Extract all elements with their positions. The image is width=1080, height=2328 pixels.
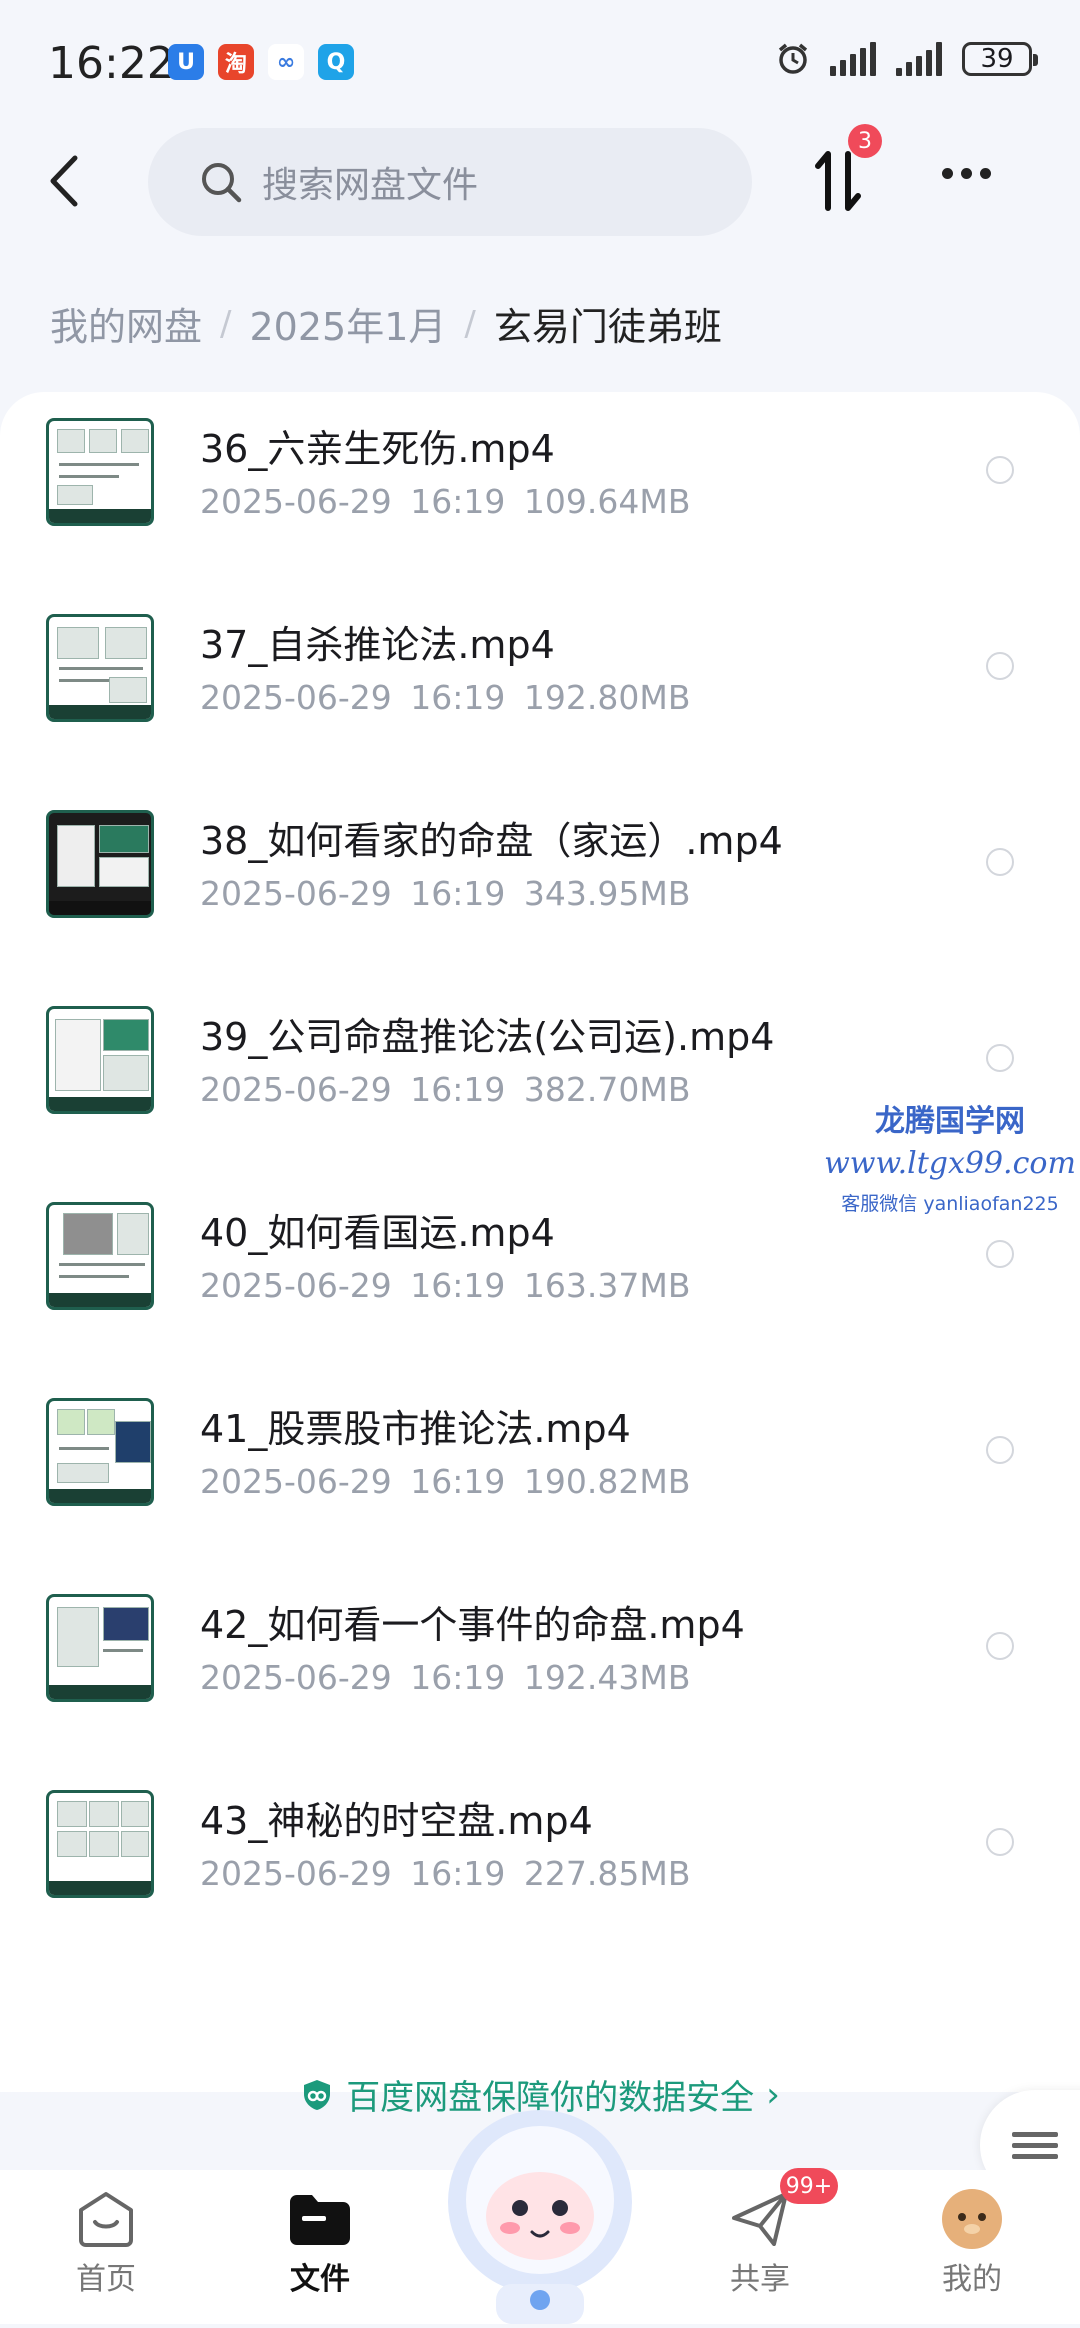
breadcrumb-month-folder[interactable]: 2025年1月 <box>249 296 446 351</box>
breadcrumb-current-folder: 玄易门徒弟班 <box>493 305 722 349</box>
share-count-badge: 99+ <box>780 2168 838 2204</box>
battery-icon: 39 <box>962 42 1038 76</box>
select-checkbox[interactable] <box>986 1828 1014 1856</box>
nav-share-label: 共享 <box>730 2262 790 2297</box>
signal-1-icon <box>830 42 876 76</box>
file-meta: 2025-06-29 16:19 190.82MB <box>200 1462 691 1501</box>
more-options-icon[interactable] <box>942 168 991 179</box>
alarm-icon <box>778 43 808 74</box>
file-row[interactable]: 42_如何看一个事件的命盘.mp4 2025-06-29 16:19 192.4… <box>0 1568 1080 1764</box>
file-row[interactable]: 37_自杀推论法.mp4 2025-06-29 16:19 192.80MB <box>0 588 1080 784</box>
video-thumbnail <box>46 1594 154 1702</box>
file-meta: 2025-06-29 16:19 382.70MB <box>200 1070 691 1109</box>
watermark-contact: 客服微信 yanliaofan225 <box>841 1193 1059 1215</box>
file-name: 37_自杀推论法.mp4 <box>200 623 555 667</box>
file-name: 43_神秘的时空盘.mp4 <box>200 1799 593 1843</box>
mascot-ai-assistant-button[interactable] <box>438 2104 642 2324</box>
transfer-arrows-icon <box>815 151 861 211</box>
notification-icons: U 淘 ∞ Q <box>168 44 354 80</box>
search-app-notification-icon: Q <box>318 44 354 80</box>
select-checkbox[interactable] <box>986 1436 1014 1464</box>
transfer-list-button[interactable] <box>808 150 868 212</box>
file-meta: 2025-06-29 16:19 109.64MB <box>200 482 691 521</box>
back-button[interactable] <box>38 150 90 212</box>
hamburger-icon <box>1012 2126 1058 2165</box>
baidu-netdisk-notification-icon: ∞ <box>268 44 304 80</box>
file-list: 36_六亲生死伤.mp4 2025-06-29 16:19 109.64MB 3… <box>0 392 1080 2092</box>
system-icons: 39 <box>776 42 1038 76</box>
status-bar: 16:22 U 淘 ∞ Q 39 <box>0 0 1080 120</box>
video-thumbnail <box>46 1202 154 1310</box>
breadcrumb-separator: / <box>220 303 232 344</box>
watermark-url: www.ltgx99.com <box>824 1146 1076 1181</box>
file-meta: 2025-06-29 16:19 192.80MB <box>200 678 691 717</box>
file-meta: 2025-06-29 16:19 227.85MB <box>200 1854 691 1893</box>
breadcrumb-separator: / <box>464 303 476 344</box>
select-checkbox[interactable] <box>986 1044 1014 1072</box>
file-row[interactable]: 43_神秘的时空盘.mp4 2025-06-29 16:19 227.85MB <box>0 1764 1080 1960</box>
nav-home[interactable]: 首页 <box>36 2188 176 2298</box>
avatar <box>937 2188 1007 2250</box>
nav-me[interactable]: 我的 <box>902 2188 1042 2298</box>
chevron-right-icon: › <box>766 2074 780 2115</box>
app-notification-icon: U <box>168 44 204 80</box>
file-meta: 2025-06-29 16:19 343.95MB <box>200 874 691 913</box>
video-thumbnail <box>46 1790 154 1898</box>
select-checkbox[interactable] <box>986 848 1014 876</box>
nav-share[interactable]: 共享 <box>690 2188 830 2298</box>
signal-2-icon <box>896 42 942 76</box>
file-meta: 2025-06-29 16:19 163.37MB <box>200 1266 691 1305</box>
nav-files-label: 文件 <box>290 2262 350 2297</box>
folder-icon <box>285 2188 355 2250</box>
select-checkbox[interactable] <box>986 652 1014 680</box>
select-checkbox[interactable] <box>986 1632 1014 1660</box>
select-checkbox[interactable] <box>986 1240 1014 1268</box>
chevron-left-icon <box>50 155 78 207</box>
file-name: 38_如何看家的命盘（家运）.mp4 <box>200 819 783 863</box>
home-icon <box>71 2188 141 2250</box>
file-row[interactable]: 36_六亲生死伤.mp4 2025-06-29 16:19 109.64MB <box>0 392 1080 588</box>
search-icon <box>200 161 242 203</box>
nav-me-label: 我的 <box>942 2262 1002 2297</box>
search-placeholder: 搜索网盘文件 <box>262 165 479 206</box>
file-row[interactable]: 38_如何看家的命盘（家运）.mp4 2025-06-29 16:19 343.… <box>0 784 1080 980</box>
nav-files[interactable]: 文件 <box>250 2188 390 2298</box>
breadcrumb-my-netdisk[interactable]: 我的网盘 <box>50 296 202 351</box>
watermark: 龙腾国学网 www.ltgx99.com 客服微信 yanliaofan225 <box>820 1096 1080 1216</box>
breadcrumb: 我的网盘 / 2025年1月 / 玄易门徒弟班 <box>50 296 722 351</box>
battery-level: 39 <box>980 44 1014 74</box>
status-time: 16:22 <box>48 38 175 89</box>
taobao-notification-icon: 淘 <box>218 44 254 80</box>
file-row[interactable]: 41_股票股市推论法.mp4 2025-06-29 16:19 190.82MB <box>0 1372 1080 1568</box>
video-thumbnail <box>46 614 154 722</box>
file-name: 41_股票股市推论法.mp4 <box>200 1407 631 1451</box>
video-thumbnail <box>46 418 154 526</box>
file-meta: 2025-06-29 16:19 192.43MB <box>200 1658 691 1697</box>
transfer-count-badge: 3 <box>848 124 882 158</box>
nav-home-label: 首页 <box>76 2262 136 2297</box>
file-name: 40_如何看国运.mp4 <box>200 1211 555 1255</box>
file-name: 39_公司命盘推论法(公司运).mp4 <box>200 1015 775 1059</box>
file-name: 42_如何看一个事件的命盘.mp4 <box>200 1603 745 1647</box>
search-input[interactable]: 搜索网盘文件 <box>148 128 752 236</box>
shield-icon <box>300 2078 334 2112</box>
file-name: 36_六亲生死伤.mp4 <box>200 427 555 471</box>
video-thumbnail <box>46 1398 154 1506</box>
select-checkbox[interactable] <box>986 456 1014 484</box>
watermark-title: 龙腾国学网 <box>875 1104 1025 1139</box>
video-thumbnail <box>46 1006 154 1114</box>
video-thumbnail <box>46 810 154 918</box>
